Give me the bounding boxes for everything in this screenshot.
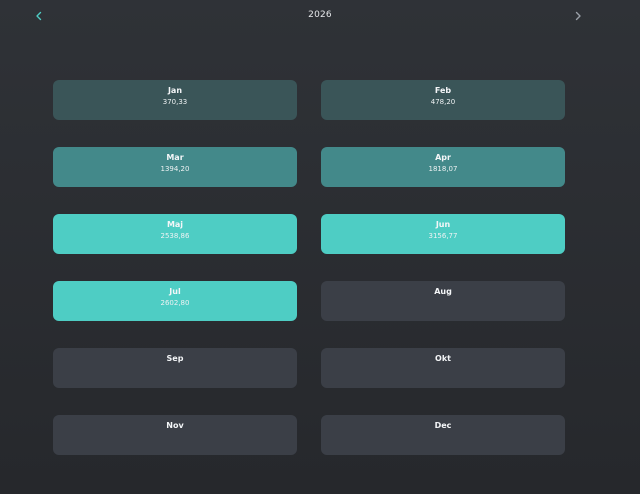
month-card-apr[interactable]: Apr 1818,07 (321, 147, 565, 187)
month-card-sep[interactable]: Sep (53, 348, 297, 388)
month-value: 2538,86 (160, 232, 190, 240)
month-value: 1394,20 (160, 165, 190, 173)
month-name: Feb (434, 86, 452, 95)
month-name: Nov (166, 421, 184, 430)
month-value: 370,33 (162, 98, 188, 106)
month-card-mar[interactable]: Mar 1394,20 (53, 147, 297, 187)
month-card-dec[interactable]: Dec (321, 415, 565, 455)
month-name: Apr (435, 153, 451, 162)
month-grid: Jan 370,33 Feb 478,20 Mar 1394,20 Apr 18… (53, 80, 565, 455)
month-card-maj[interactable]: Maj 2538,86 (53, 214, 297, 254)
month-card-aug[interactable]: Aug (321, 281, 565, 321)
month-card-okt[interactable]: Okt (321, 348, 565, 388)
month-name: Jan (167, 86, 183, 95)
next-year-button[interactable] (568, 6, 588, 26)
month-card-nov[interactable]: Nov (53, 415, 297, 455)
month-value: 478,20 (430, 98, 456, 106)
month-card-feb[interactable]: Feb 478,20 (321, 80, 565, 120)
month-card-jan[interactable]: Jan 370,33 (53, 80, 297, 120)
month-name: Dec (434, 421, 452, 430)
chevron-right-icon (575, 11, 581, 21)
month-value: 3156,77 (428, 232, 458, 240)
month-card-jul[interactable]: Jul 2602,80 (53, 281, 297, 321)
month-name: Okt (435, 354, 451, 363)
month-name: Maj (166, 220, 184, 229)
calendar-header: 2026 (0, 0, 640, 32)
month-value: 2602,80 (160, 299, 190, 307)
month-name: Jun (435, 220, 451, 229)
month-name: Jul (169, 287, 181, 296)
month-name: Sep (166, 354, 184, 363)
month-name: Mar (166, 153, 184, 162)
year-label: 2026 (308, 10, 332, 20)
month-value: 1818,07 (428, 165, 458, 173)
month-name: Aug (434, 287, 452, 296)
month-card-jun[interactable]: Jun 3156,77 (321, 214, 565, 254)
